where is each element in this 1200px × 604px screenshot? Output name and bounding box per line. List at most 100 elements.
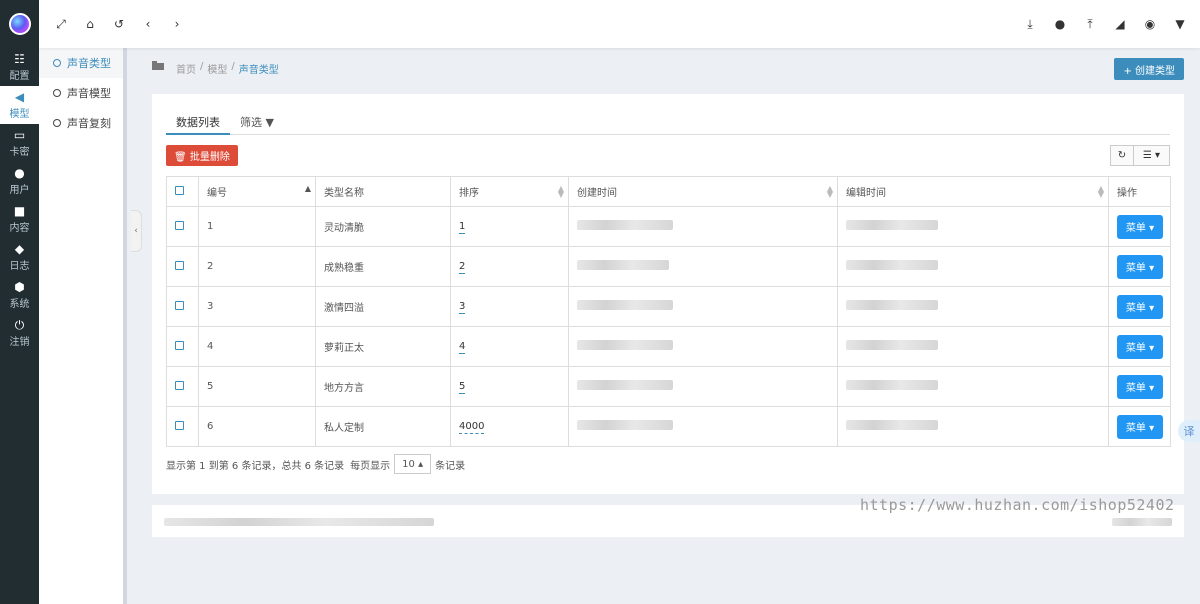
sort-editable-value[interactable]: 1	[459, 221, 466, 234]
select-all-checkbox[interactable]	[175, 185, 184, 195]
rail-item[interactable]: ⬢ 系统	[0, 276, 39, 314]
column-header-created[interactable]: 创建时间 ▲ ▼	[568, 176, 838, 207]
collapse-sidebar-handle[interactable]: ‹	[131, 210, 142, 252]
rail-item[interactable]: ◀ 模型	[0, 86, 39, 124]
cell-sort: 5	[450, 366, 569, 407]
android-icon[interactable]: ●	[1054, 14, 1066, 34]
column-header-id[interactable]: 编号 ▲	[198, 176, 316, 207]
submenu-item[interactable]: 声音类型	[39, 48, 123, 78]
refresh-icon: ↻	[1117, 150, 1127, 161]
rail-item[interactable]: ■ 内容	[0, 200, 39, 238]
cell-name: 成熟稳重	[315, 246, 451, 287]
cell-id: 2	[198, 246, 316, 287]
home-icon[interactable]: ⌂	[84, 14, 96, 34]
cube-icon: ⬢	[14, 279, 25, 294]
sort-editable-value[interactable]: 4	[459, 341, 466, 354]
row-menu-button[interactable]: 菜单 ▾	[1117, 254, 1163, 279]
forward-icon[interactable]: ›	[171, 14, 183, 34]
breadcrumb-home[interactable]: 首页	[176, 61, 196, 76]
table-row: 2 成熟稳重 2 菜单 ▾	[166, 246, 1171, 287]
eraser-icon[interactable]: ◢	[1114, 14, 1126, 34]
breadcrumb-separator: /	[200, 61, 204, 72]
blurred-timestamp	[846, 220, 938, 230]
top-navbar: ⤢ ⌂ ↺ ‹ › ⤓ ● ⤒ ◢ ◉ ▼	[39, 0, 1200, 48]
sort-both-icon: ▲ ▼	[826, 184, 833, 199]
refresh-icon[interactable]: ↺	[113, 14, 125, 34]
download-icon[interactable]: ⤓	[1024, 14, 1036, 34]
column-header-actions: 操作	[1108, 176, 1171, 207]
refresh-table-button[interactable]: ↻	[1110, 145, 1134, 166]
cell-created-time	[568, 286, 838, 327]
page-size-select[interactable]: 10 ▴	[394, 454, 432, 474]
column-header-name: 类型名称	[315, 176, 451, 207]
submenu-item[interactable]: 声音模型	[39, 78, 123, 108]
rail-item[interactable]: ☷ 配置	[0, 48, 39, 86]
create-type-button[interactable]: + 创建类型	[1114, 58, 1184, 80]
row-checkbox[interactable]	[175, 420, 184, 430]
app-logo[interactable]	[0, 0, 39, 48]
row-checkbox[interactable]	[175, 300, 184, 310]
row-menu-button[interactable]: 菜单 ▾	[1117, 294, 1163, 319]
row-menu-button[interactable]: 菜单 ▾	[1117, 414, 1163, 439]
breadcrumb-model[interactable]: 模型	[207, 61, 227, 76]
chevron-left-icon: ‹	[134, 226, 138, 236]
row-menu-button[interactable]: 菜单 ▾	[1117, 334, 1163, 359]
cell-edited-time	[837, 246, 1109, 287]
cell-created-time	[568, 206, 838, 247]
rail-item[interactable]: ▭ 卡密	[0, 124, 39, 162]
main-sidebar: ☷ 配置 ◀ 模型 ▭ 卡密 ● 用户 ■ 内容 ◆ 日志 ⬢ 系统 ⏻ 注销	[0, 0, 39, 604]
column-header-label: 操作	[1117, 188, 1137, 199]
column-header-edited[interactable]: 编辑时间 ▲ ▼	[837, 176, 1109, 207]
row-checkbox[interactable]	[175, 340, 184, 350]
shield-check-icon[interactable]: ▼	[1174, 14, 1186, 34]
row-select-cell	[166, 406, 199, 447]
rail-item[interactable]: ● 用户	[0, 162, 39, 200]
submenu-item[interactable]: 声音复刻	[39, 108, 123, 138]
user-circle-icon[interactable]: ◉	[1144, 14, 1156, 34]
rail-item[interactable]: ⏻ 注销	[0, 314, 39, 352]
cell-id: 1	[198, 206, 316, 247]
rail-item-label: 注销	[9, 336, 30, 348]
column-header-label: 创建时间	[577, 188, 617, 199]
columns-toggle-button[interactable]: ☰ ▾	[1134, 145, 1170, 166]
data-table: 编号 ▲ 类型名称 排序 ▲ ▼ 创建时间 ▲ ▼ 编辑时间 ▲ ▼ 操作 1 灵动清脆 1 菜单 …	[166, 176, 1171, 447]
back-icon[interactable]: ‹	[142, 14, 154, 34]
sort-editable-value[interactable]: 5	[459, 381, 466, 394]
submenu-item-label: 声音复刻	[67, 117, 111, 130]
blurred-timestamp	[846, 420, 938, 430]
sort-editable-value[interactable]: 3	[459, 301, 466, 314]
upload-icon[interactable]: ⤒	[1084, 14, 1096, 34]
table-header-row: 编号 ▲ 类型名称 排序 ▲ ▼ 创建时间 ▲ ▼ 编辑时间 ▲ ▼ 操作	[166, 176, 1171, 207]
fullscreen-icon[interactable]: ⤢	[55, 14, 67, 34]
cell-name: 私人定制	[315, 406, 451, 447]
column-header-label: 类型名称	[324, 188, 364, 199]
tab-data-list[interactable]: 数据列表	[166, 109, 230, 135]
breadcrumb-separator: /	[231, 61, 235, 72]
table-row: 4 萝莉正太 4 菜单 ▾	[166, 326, 1171, 367]
panel-tabs: 数据列表 筛选 ▼	[166, 109, 1170, 135]
cell-created-time	[568, 406, 838, 447]
row-menu-button[interactable]: 菜单 ▾	[1117, 374, 1163, 399]
cell-sort: 1	[450, 206, 569, 247]
column-header-sort[interactable]: 排序 ▲ ▼	[450, 176, 569, 207]
blurred-timestamp	[577, 300, 673, 310]
data-panel: 数据列表 筛选 ▼ 🗑 批量删除 ↻ ☰ ▾ 编号 ▲ 类型名称 排序 ▲ ▼ 创建时…	[152, 94, 1184, 494]
row-checkbox[interactable]	[175, 380, 184, 390]
row-checkbox[interactable]	[175, 260, 184, 270]
select-all-cell	[166, 176, 199, 207]
content-header: 首页 / 模型 / 声音类型 + 创建类型	[152, 58, 1184, 80]
sort-both-icon: ▲ ▼	[1097, 184, 1104, 199]
blurred-timestamp	[577, 420, 673, 430]
row-menu-button[interactable]: 菜单 ▾	[1117, 214, 1163, 239]
cell-edited-time	[837, 326, 1109, 367]
blurred-footer-text	[164, 518, 434, 526]
translate-float-button[interactable]: 译	[1178, 420, 1200, 442]
tab-filter[interactable]: 筛选 ▼	[230, 109, 284, 135]
row-checkbox[interactable]	[175, 220, 184, 230]
rail-item[interactable]: ◆ 日志	[0, 238, 39, 276]
rail-item-label: 配置	[9, 70, 30, 82]
sort-editable-value[interactable]: 2	[459, 261, 466, 274]
sort-editable-value[interactable]: 4000	[459, 421, 485, 434]
cell-actions: 菜单 ▾	[1108, 206, 1171, 247]
batch-delete-button[interactable]: 🗑 批量删除	[166, 145, 238, 166]
